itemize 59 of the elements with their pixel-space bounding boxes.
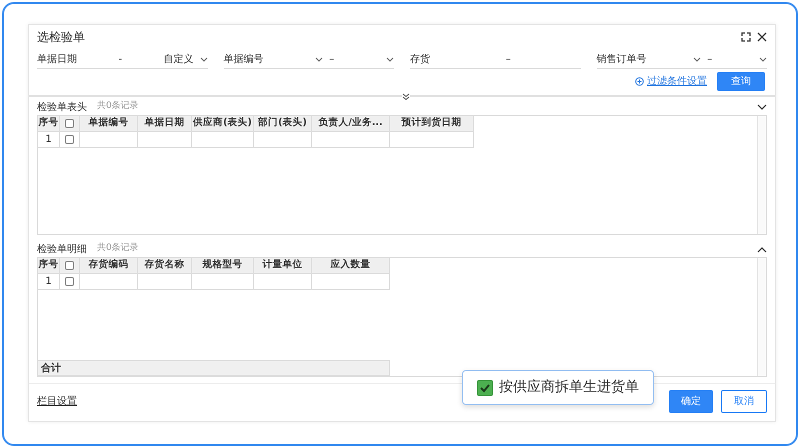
- checkbox[interactable]: [65, 261, 74, 270]
- range-separator: –: [506, 53, 511, 67]
- table-cell: [254, 274, 312, 290]
- close-icon[interactable]: [757, 32, 767, 42]
- maximize-icon[interactable]: [741, 32, 751, 42]
- checkbox[interactable]: [477, 380, 493, 396]
- chevron-up-icon[interactable]: [757, 246, 767, 252]
- table-cell: [192, 274, 254, 290]
- row-number: 1: [38, 132, 60, 148]
- filter-settings-link[interactable]: 过滤条件设置: [635, 74, 707, 89]
- checkbox[interactable]: [65, 277, 74, 286]
- caret-icon[interactable]: [759, 56, 767, 63]
- column-header: 规格型号: [192, 258, 254, 274]
- expand-icon[interactable]: [402, 93, 410, 100]
- column-header: 序号: [38, 258, 60, 274]
- filter-label: 存货: [410, 53, 430, 67]
- column-header: 负责人/业务...: [312, 116, 390, 132]
- range-separator: –: [329, 53, 334, 67]
- checkbox-label: 按供应商拆单生进货单: [499, 378, 639, 397]
- column-header: 单据日期: [138, 116, 192, 132]
- section-title: 检验单表头: [37, 100, 87, 114]
- caret-icon[interactable]: [200, 56, 208, 63]
- query-button[interactable]: 查询: [717, 72, 765, 91]
- check-icon: [479, 382, 491, 394]
- range-separator: -: [118, 53, 122, 67]
- total-label: 合计: [38, 360, 390, 376]
- checkbox[interactable]: [65, 119, 74, 128]
- dialog-title: 选检验单: [36, 29, 86, 46]
- plus-circle-icon[interactable]: [635, 77, 644, 86]
- table-cell: [192, 132, 254, 148]
- filter-label: 单据编号: [224, 52, 264, 67]
- checkbox[interactable]: [65, 135, 74, 144]
- column-header: 存货编码: [80, 258, 138, 274]
- column-header: 预计到货日期: [390, 116, 474, 132]
- column-header: 部门(表头): [254, 116, 312, 132]
- chevron-down-icon[interactable]: [757, 104, 767, 110]
- column-header: 供应商(表头): [192, 116, 254, 132]
- section-title: 检验单明细: [37, 242, 87, 256]
- filter-label: 销售订单号: [596, 52, 646, 67]
- range-separator: –: [707, 53, 712, 67]
- table-cell: [138, 274, 192, 290]
- column-header: 应入数量: [312, 258, 390, 274]
- cancel-button[interactable]: 取消: [721, 390, 767, 413]
- column-settings-link[interactable]: 栏目设置: [37, 394, 77, 409]
- record-count: 共0条记录: [97, 100, 139, 114]
- record-count: 共0条记录: [97, 242, 139, 256]
- column-header: 计量单位: [254, 258, 312, 274]
- column-header: 单据编号: [80, 116, 138, 132]
- range-option[interactable]: 自定义: [164, 52, 194, 67]
- column-header: 存货名称: [138, 258, 192, 274]
- caret-icon[interactable]: [693, 56, 702, 63]
- filter-label: 单据日期: [37, 52, 77, 67]
- table-cell: [138, 132, 192, 148]
- table-cell: [254, 132, 312, 148]
- caret-icon[interactable]: [315, 56, 324, 63]
- caret-icon[interactable]: [386, 56, 394, 63]
- column-header: 序号: [38, 116, 60, 132]
- confirm-button[interactable]: 确定: [669, 390, 713, 413]
- row-number: 1: [38, 274, 60, 290]
